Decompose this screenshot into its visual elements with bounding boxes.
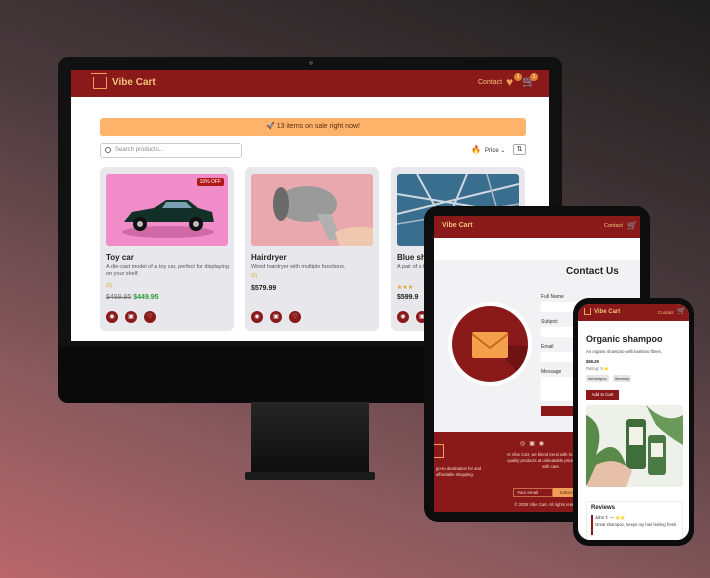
product-title[interactable]: Hairdryer bbox=[251, 253, 287, 262]
envelope-icon bbox=[452, 306, 528, 382]
product-card[interactable]: Hairdryer Wired hairdryer with multiple … bbox=[245, 167, 379, 331]
sale-price: $449.95 bbox=[133, 294, 159, 301]
product-description: Wired hairdryer with multiple functions. bbox=[251, 264, 346, 270]
wishlist-heart-icon[interactable]: ♥ bbox=[506, 76, 513, 88]
product-image-shampoo bbox=[586, 405, 683, 487]
store-logo-icon[interactable] bbox=[584, 308, 591, 315]
wishlist-count-badge: 1 bbox=[514, 73, 522, 81]
product-rating: Rating: 5 ⭐ bbox=[586, 366, 610, 371]
brand-name[interactable]: Vibe Cart bbox=[112, 77, 156, 88]
fire-icon: 🔥 bbox=[471, 145, 481, 154]
old-price: $499.95 bbox=[106, 294, 132, 301]
quick-view-eye-icon[interactable]: ◉ bbox=[106, 311, 118, 323]
phone-navbar: Vibe Cart Contact 🛒 bbox=[578, 304, 689, 321]
product-subtitle: An organic shampoo with bamboo fibres. bbox=[586, 349, 662, 354]
nav-contact-link[interactable]: Contact bbox=[604, 223, 623, 229]
sale-banner: 🚀 13 items on sale right now! bbox=[100, 118, 526, 136]
reviews-section: Reviews John T. — ⭐⭐ Great shampoo, keep… bbox=[586, 501, 683, 540]
quick-view-eye-icon[interactable]: ◉ bbox=[251, 311, 263, 323]
phone-screen: Vibe Cart Contact 🛒 Organic shampoo An o… bbox=[578, 304, 689, 540]
product-rating: (0) bbox=[106, 283, 113, 289]
quick-view-eye-icon[interactable]: ◉ bbox=[397, 311, 409, 323]
product-description: A die-cast model of a toy car, perfect f… bbox=[106, 264, 229, 277]
product-rating: (0) bbox=[251, 273, 258, 279]
product-card[interactable]: 10% OFF Toy car A die-cast model of a to… bbox=[100, 167, 234, 331]
shampoo-bottle-image bbox=[586, 405, 683, 487]
tag-beauty[interactable]: #beauty bbox=[613, 375, 632, 382]
product-title[interactable]: Toy car bbox=[106, 253, 134, 262]
brand-name[interactable]: Vibe Cart bbox=[442, 222, 473, 229]
search-input[interactable]: Search products... bbox=[100, 143, 242, 158]
social-icons[interactable]: ◎▣◉ bbox=[520, 440, 548, 447]
product-title: Organic shampoo bbox=[586, 334, 663, 344]
review-accent-bar bbox=[591, 515, 593, 535]
filter-button[interactable]: ⇅ bbox=[513, 144, 526, 155]
tag-shampoo[interactable]: #shampoo bbox=[586, 375, 609, 382]
nav-contact-link[interactable]: Contact bbox=[478, 79, 502, 86]
chevron-down-icon: ⌄ bbox=[500, 148, 506, 154]
product-price: $599.9 bbox=[397, 294, 419, 301]
add-to-cart-bag-icon[interactable]: ▣ bbox=[125, 311, 137, 323]
footer-tagline: go-to destination for and affordable sho… bbox=[436, 466, 482, 477]
brand-name[interactable]: Vibe Cart bbox=[594, 309, 620, 315]
phone-device: Vibe Cart Contact 🛒 Organic shampoo An o… bbox=[573, 298, 694, 546]
search-icon bbox=[105, 147, 111, 153]
wishlist-heart-icon[interactable]: ♡ bbox=[144, 311, 156, 323]
contact-heading: Contact Us bbox=[566, 266, 619, 277]
desktop-navbar: Vibe Cart Contact ♥ 1 🛒 1 bbox=[71, 70, 549, 97]
nav-contact-link[interactable]: Contact bbox=[658, 310, 674, 315]
product-rating-stars: ★★★ bbox=[397, 285, 414, 291]
product-image-hairdryer[interactable] bbox=[251, 174, 373, 246]
sort-select[interactable]: Price ⌄ bbox=[485, 147, 505, 154]
tablet-navbar: Vibe Cart Contact 🛒 bbox=[434, 216, 640, 238]
mail-illustration bbox=[448, 302, 532, 386]
add-to-cart-bag-icon[interactable]: ▣ bbox=[270, 311, 282, 323]
footer-logo-icon bbox=[434, 444, 444, 458]
add-to-cart-button[interactable]: Add to Cart bbox=[586, 390, 619, 400]
product-title[interactable]: Blue sh bbox=[397, 253, 426, 262]
discount-badge: 10% OFF bbox=[196, 178, 224, 186]
webcam bbox=[309, 61, 313, 65]
product-price: $499.95 $449.95 bbox=[106, 294, 159, 301]
wishlist-heart-icon[interactable]: ♡ bbox=[289, 311, 301, 323]
review-text: Great shampoo, keeps my hair feeling fre… bbox=[595, 522, 678, 527]
newsletter-email-input[interactable]: Your email bbox=[513, 488, 553, 497]
monitor-base bbox=[245, 472, 375, 480]
review-author: John T. — ⭐⭐ bbox=[595, 515, 626, 520]
reviews-heading: Reviews bbox=[591, 505, 616, 511]
product-price: $59.29 bbox=[586, 359, 599, 364]
sort-label: Price bbox=[485, 148, 499, 154]
hairdryer-image bbox=[251, 174, 373, 246]
cart-icon[interactable]: 🛒 bbox=[677, 307, 686, 316]
email-label: Email bbox=[541, 344, 554, 350]
product-price: $579.99 bbox=[251, 285, 277, 292]
product-image-toy-car[interactable]: 10% OFF bbox=[106, 174, 228, 246]
cart-icon[interactable]: 🛒 bbox=[627, 221, 637, 231]
message-label: Message bbox=[541, 369, 562, 375]
store-logo-icon[interactable] bbox=[91, 73, 107, 89]
cart-count-badge: 1 bbox=[530, 73, 538, 81]
subject-label: Subject bbox=[541, 319, 558, 325]
monitor-stand bbox=[251, 402, 369, 474]
full-name-label: Full Name bbox=[541, 294, 564, 300]
